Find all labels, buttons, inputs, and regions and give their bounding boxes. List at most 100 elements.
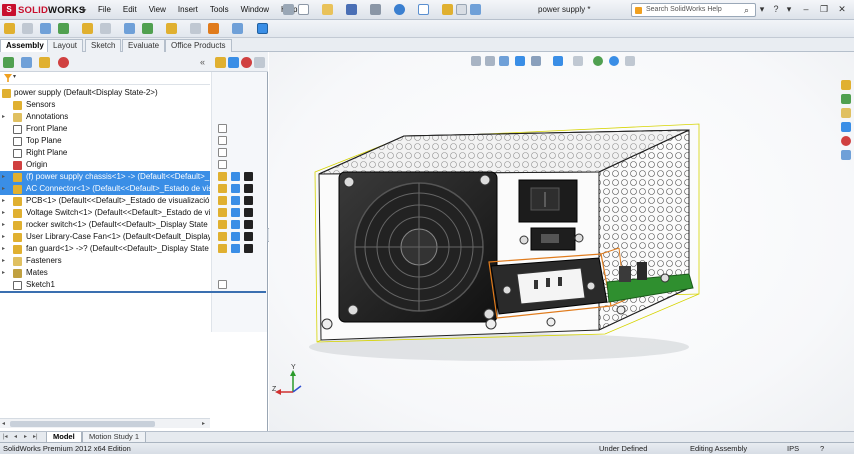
interference-detection-icon[interactable] (232, 23, 243, 34)
view-palette-icon[interactable] (841, 122, 851, 132)
feature-tree-icon[interactable] (3, 57, 14, 68)
display-mode-column-icon[interactable] (231, 232, 240, 241)
tree-item[interactable]: ▸ Annotations (0, 111, 210, 123)
power-supply-model[interactable] (269, 52, 854, 431)
status-units[interactable]: IPS (787, 443, 799, 454)
instant3d-icon[interactable] (257, 23, 268, 34)
expand-icon[interactable]: ▸ (2, 222, 8, 228)
assembly-features-icon[interactable] (124, 23, 135, 34)
help-dropdown-icon[interactable]: ▾ (783, 3, 795, 15)
display-mode-column-icon[interactable] (231, 184, 240, 193)
property-manager-icon[interactable] (21, 57, 32, 68)
appearance-column-icon[interactable] (244, 244, 253, 253)
move-component-icon[interactable] (82, 23, 93, 34)
solidworks-logo[interactable]: S SOLIDWORKS (2, 3, 85, 17)
hide-show-column-icon[interactable] (218, 160, 227, 169)
reference-geometry-icon[interactable] (142, 23, 153, 34)
appearance-column-icon[interactable] (244, 208, 253, 217)
tree-horizontal-scrollbar[interactable]: ◂ ▸ (0, 418, 210, 428)
insert-components-icon[interactable] (4, 23, 15, 34)
file-explorer-icon[interactable] (841, 108, 851, 118)
expand-icon[interactable]: ▸ (2, 258, 8, 264)
tree-item[interactable]: ▸ (f) power supply chassis<1> -> (Default… (0, 171, 210, 183)
appearances-icon[interactable] (841, 136, 851, 146)
bill-of-materials-icon[interactable] (190, 23, 201, 34)
tab-evaluate[interactable]: Evaluate (122, 39, 166, 52)
tree-item[interactable]: Top Plane (0, 135, 210, 147)
linear-pattern-icon[interactable] (40, 23, 51, 34)
print-icon[interactable] (370, 4, 381, 15)
search-icon[interactable]: ⌕ (744, 4, 749, 16)
expand-icon[interactable]: ▸ (2, 246, 8, 252)
display-pane-color-icon[interactable] (228, 57, 239, 68)
expand-icon[interactable]: ▸ (2, 114, 8, 120)
scroll-right-icon[interactable]: ▸ (202, 419, 205, 429)
filter-dropdown-icon[interactable]: ▾ (13, 73, 16, 80)
first-tab-nav-icon[interactable]: |◂ (3, 433, 8, 442)
graphics-area[interactable]: ▭ ▭ ▭ – □ (269, 52, 854, 431)
display-pane-hide-icon[interactable] (215, 57, 226, 68)
design-library-icon[interactable] (841, 94, 851, 104)
file-properties-icon[interactable] (456, 4, 467, 15)
hide-show-column-icon[interactable] (218, 220, 227, 229)
expand-icon[interactable]: ▸ (2, 186, 8, 192)
hide-show-column-icon[interactable] (218, 196, 227, 205)
open-icon[interactable] (322, 4, 333, 15)
smart-fasteners-icon[interactable] (58, 23, 69, 34)
close-icon[interactable]: ✕ (836, 3, 848, 15)
solidworks-resources-icon[interactable] (841, 80, 851, 90)
display-mode-column-icon[interactable] (231, 220, 240, 229)
undo-icon[interactable] (394, 4, 405, 15)
select-arrow-icon[interactable] (418, 4, 429, 15)
last-tab-nav-icon[interactable]: ▸| (33, 433, 38, 442)
expand-icon[interactable]: ▸ (2, 198, 8, 204)
display-mode-column-icon[interactable] (231, 208, 240, 217)
menu-window[interactable]: Window (235, 4, 275, 16)
next-tab-nav-icon[interactable]: ▸ (24, 433, 27, 442)
show-hidden-icon[interactable] (100, 23, 111, 34)
restore-icon[interactable]: ❐ (818, 3, 830, 15)
search-dropdown-icon[interactable]: ▾ (756, 3, 768, 15)
menu-expand-arrow-icon[interactable]: ▸ (80, 4, 89, 16)
filter-icon[interactable] (4, 74, 12, 82)
tree-item[interactable]: ▸ PCB<1> (Default<<Default>_Estado de vis… (0, 195, 210, 207)
expand-icon[interactable]: ▸ (2, 234, 8, 240)
scroll-left-icon[interactable]: ◂ (2, 419, 5, 429)
tree-item[interactable]: Right Plane (0, 147, 210, 159)
appearance-column-icon[interactable] (244, 196, 253, 205)
hide-show-column-icon[interactable] (218, 280, 227, 289)
scroll-thumb[interactable] (10, 421, 155, 427)
tab-sketch[interactable]: Sketch (85, 39, 122, 52)
hide-show-column-icon[interactable] (218, 172, 227, 181)
tree-item[interactable]: Sensors (0, 99, 210, 111)
tree-root[interactable]: power supply (Default<Display State-2>) (0, 87, 210, 99)
save-icon[interactable] (346, 4, 357, 15)
hide-show-column-icon[interactable] (218, 232, 227, 241)
display-mode-column-icon[interactable] (231, 172, 240, 181)
hide-show-column-icon[interactable] (218, 124, 227, 133)
exploded-view-icon[interactable] (208, 23, 219, 34)
hide-show-column-icon[interactable] (218, 148, 227, 157)
new-motion-study-icon[interactable] (166, 23, 177, 34)
collapse-panel-icon[interactable]: « (200, 57, 211, 68)
expand-icon[interactable]: ▸ (2, 270, 8, 276)
help-options-icon[interactable]: ? (770, 3, 782, 15)
tree-item[interactable]: ▸ Voltage Switch<1> (Default<<Default>_Es… (0, 207, 210, 219)
display-manager-icon[interactable] (58, 57, 69, 68)
custom-properties-icon[interactable] (841, 150, 851, 160)
appearance-column-icon[interactable] (244, 220, 253, 229)
tree-filter[interactable]: ▾ (0, 72, 210, 85)
tree-item[interactable]: ▸ AC Connector<1> (Default<<Default>_Esta… (0, 183, 210, 195)
tree-item[interactable]: Sketch1 (0, 279, 210, 291)
display-pane-transparency-icon[interactable] (254, 57, 265, 68)
hide-show-column-icon[interactable] (218, 184, 227, 193)
tree-item[interactable]: Front Plane (0, 123, 210, 135)
menu-file[interactable]: File (92, 4, 117, 16)
hide-show-column-icon[interactable] (218, 208, 227, 217)
expand-icon[interactable]: ▸ (2, 210, 8, 216)
tree-item[interactable]: ▸ fan guard<1> ->? (Default<<Default>_Dis… (0, 243, 210, 255)
menu-edit[interactable]: Edit (117, 4, 143, 16)
display-mode-column-icon[interactable] (231, 244, 240, 253)
tab-assembly[interactable]: Assembly (0, 39, 50, 52)
hide-show-column-icon[interactable] (218, 136, 227, 145)
